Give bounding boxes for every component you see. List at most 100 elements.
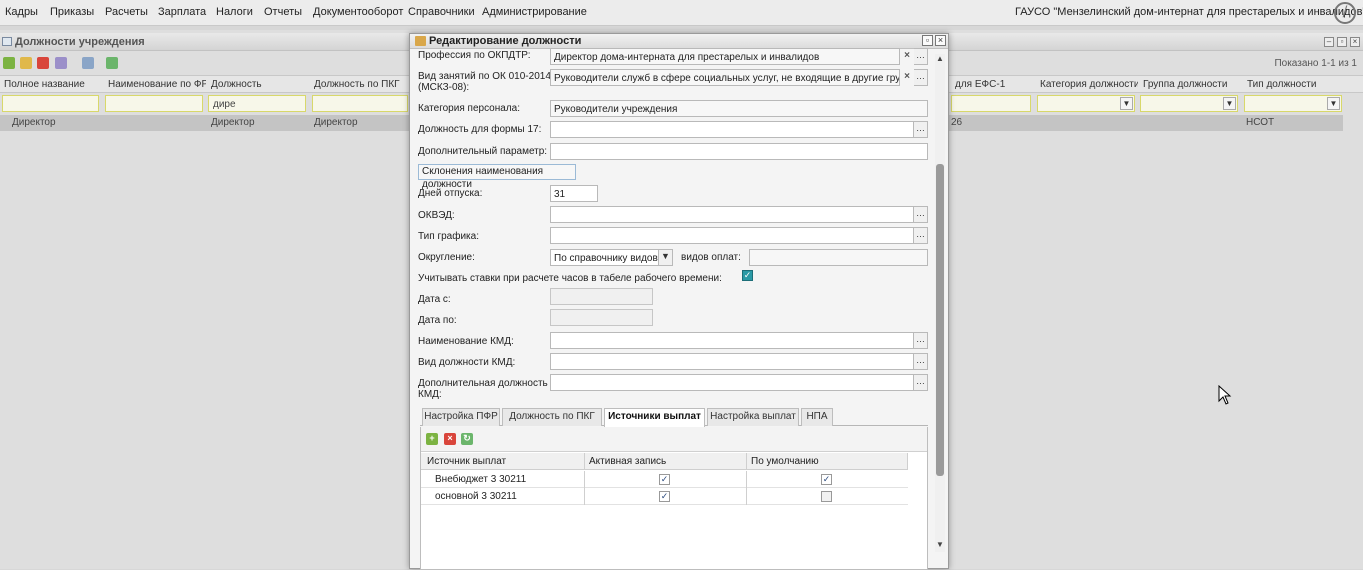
- ellipsis-icon[interactable]: …: [914, 227, 928, 244]
- chevron-down-icon[interactable]: ▼: [659, 249, 673, 266]
- ok010-field[interactable]: Руководители служб в сфере социальных ус…: [550, 69, 900, 86]
- power-icon[interactable]: /: [1334, 2, 1356, 24]
- filter-pkg-position[interactable]: [312, 95, 408, 112]
- column-header[interactable]: Тип должности: [1247, 79, 1345, 90]
- tab-pkg-position[interactable]: Должность по ПКГ: [502, 408, 602, 426]
- menu-item-document-flow[interactable]: Документооборот: [313, 6, 403, 18]
- menu-item-salary[interactable]: Зарплата: [158, 6, 206, 18]
- edit-icon[interactable]: [20, 57, 32, 69]
- chevron-down-icon[interactable]: ▼: [1120, 97, 1133, 110]
- tab-payment-settings[interactable]: Настройка выплат: [707, 408, 799, 426]
- tab-payment-sources[interactable]: Источники выплат: [604, 408, 705, 427]
- pencil-icon: [415, 36, 426, 46]
- kmd-type-field[interactable]: [550, 353, 914, 370]
- menu-item-orders[interactable]: Приказы: [50, 6, 94, 18]
- restore-icon[interactable]: ▫: [1337, 37, 1347, 47]
- schedule-type-field[interactable]: [550, 227, 914, 244]
- clear-icon[interactable]: ×: [901, 48, 913, 65]
- ellipsis-icon[interactable]: …: [914, 48, 928, 65]
- okpdtr-field[interactable]: Директор дома-интерната для престарелых …: [550, 48, 900, 65]
- kmd-extra-field[interactable]: [550, 374, 914, 391]
- ellipsis-icon[interactable]: …: [914, 353, 928, 370]
- add-icon[interactable]: [3, 57, 15, 69]
- form17-field[interactable]: [550, 121, 914, 138]
- payment-types-field[interactable]: [749, 249, 928, 266]
- print-icon[interactable]: [82, 57, 94, 69]
- column-header[interactable]: Должность: [211, 79, 309, 90]
- column-header[interactable]: для ЕФС-1: [955, 79, 1033, 90]
- scroll-up-icon[interactable]: ▲: [935, 54, 945, 64]
- add-icon[interactable]: +: [426, 433, 438, 445]
- tab-pfr-settings[interactable]: Настройка ПФР: [422, 408, 500, 426]
- menu-item-directories[interactable]: Справочники: [408, 6, 475, 18]
- refresh-icon[interactable]: [106, 57, 118, 69]
- dialog-scrollbar[interactable]: ▲ ▼: [935, 54, 945, 552]
- ellipsis-icon[interactable]: …: [914, 206, 928, 223]
- cell-source: Внебюджет 3 30211: [435, 474, 527, 485]
- date-from-field[interactable]: [550, 288, 653, 305]
- filter-group[interactable]: ▼: [1140, 95, 1238, 112]
- cell-position-type: НСОТ: [1246, 117, 1275, 128]
- vacation-days-field[interactable]: 31: [550, 185, 598, 202]
- copy-icon[interactable]: [55, 57, 67, 69]
- menu-item-calculations[interactable]: Расчеты: [105, 6, 148, 18]
- chevron-down-icon[interactable]: ▼: [1223, 97, 1236, 110]
- clear-icon[interactable]: ×: [901, 69, 913, 86]
- filter-type[interactable]: ▼: [1244, 95, 1342, 112]
- ellipsis-icon[interactable]: …: [914, 121, 928, 138]
- ellipsis-icon[interactable]: …: [914, 374, 928, 391]
- maximize-icon[interactable]: ▫: [922, 35, 933, 46]
- scroll-down-icon[interactable]: ▼: [935, 540, 945, 550]
- menu-item-reports[interactable]: Отчеты: [264, 6, 302, 18]
- menu-item-kadry[interactable]: Кадры: [5, 6, 38, 18]
- rates-checkbox[interactable]: ✓: [742, 270, 753, 281]
- date-to-field[interactable]: [550, 309, 653, 326]
- extra-param-field[interactable]: [550, 143, 928, 160]
- filter-fr-name[interactable]: [105, 95, 203, 112]
- default-checkbox[interactable]: ✓: [821, 474, 832, 485]
- filter-efs[interactable]: [951, 95, 1031, 112]
- kmd-name-field[interactable]: [550, 332, 914, 349]
- delete-icon[interactable]: ×: [444, 433, 456, 445]
- personnel-category-field[interactable]: Руководители учреждения: [550, 100, 928, 117]
- filter-full-name[interactable]: [2, 95, 99, 112]
- delete-icon[interactable]: [37, 57, 49, 69]
- menu-item-administration[interactable]: Администрирование: [482, 6, 587, 18]
- default-checkbox[interactable]: [821, 491, 832, 502]
- okpdtr-label: Профессия по ОКПДТР:: [418, 50, 531, 61]
- active-checkbox[interactable]: ✓: [659, 491, 670, 502]
- table-row[interactable]: Внебюджет 3 30211 ✓ ✓: [421, 471, 908, 488]
- filter-position[interactable]: дире: [208, 95, 306, 112]
- refresh-icon[interactable]: ↻: [461, 433, 473, 445]
- edit-position-dialog: Редактирование должности ▫ × Профессия п…: [409, 33, 949, 570]
- close-icon[interactable]: ×: [1350, 37, 1360, 47]
- column-divider[interactable]: [746, 453, 747, 470]
- declension-button[interactable]: Склонения наименования должности: [418, 164, 576, 190]
- active-checkbox[interactable]: ✓: [659, 474, 670, 485]
- table-row[interactable]: основной 3 30211 ✓: [421, 488, 908, 505]
- menu-item-taxes[interactable]: Налоги: [216, 6, 253, 18]
- column-header[interactable]: Должность по ПКГ: [314, 79, 404, 90]
- rounding-select[interactable]: По справочнику видов: [550, 249, 659, 266]
- ellipsis-icon[interactable]: …: [914, 69, 928, 86]
- ellipsis-icon[interactable]: …: [914, 332, 928, 349]
- close-icon[interactable]: ×: [935, 35, 946, 46]
- chevron-down-icon[interactable]: ▼: [1327, 97, 1340, 110]
- column-header[interactable]: Категория должности: [1040, 79, 1138, 90]
- filter-category[interactable]: ▼: [1037, 95, 1135, 112]
- column-divider[interactable]: [584, 453, 585, 470]
- minimize-icon[interactable]: –: [1324, 37, 1334, 47]
- column-header[interactable]: Активная запись: [589, 456, 666, 467]
- column-header[interactable]: Источник выплат: [427, 456, 506, 467]
- column-divider: [584, 488, 585, 505]
- column-header[interactable]: По умолчанию: [751, 456, 819, 467]
- scroll-thumb[interactable]: [936, 164, 944, 476]
- column-header[interactable]: Полное название: [4, 79, 102, 90]
- column-header[interactable]: Группа должности: [1143, 79, 1241, 90]
- kmd-name-label: Наименование КМД:: [418, 336, 514, 347]
- tab-npa[interactable]: НПА: [801, 408, 833, 426]
- vacation-days-label: Дней отпуска:: [418, 188, 483, 199]
- column-header[interactable]: Наименование по ФР...: [108, 79, 206, 90]
- positions-window-title: Должности учреждения: [15, 36, 145, 48]
- okved-field[interactable]: [550, 206, 914, 223]
